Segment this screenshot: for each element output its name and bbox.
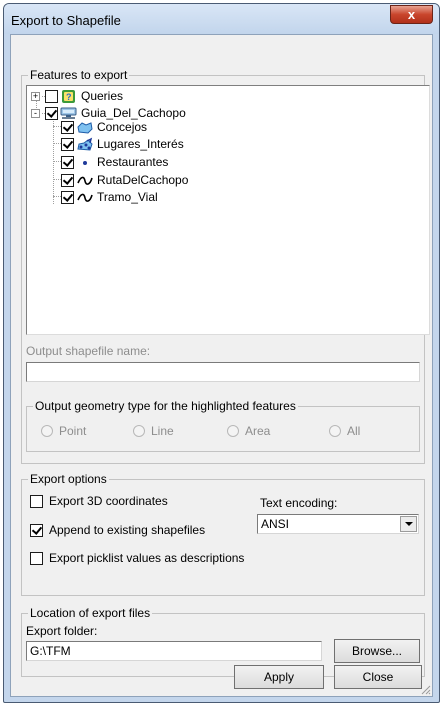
export-folder-input[interactable]: G:\TFM bbox=[26, 641, 322, 661]
tree-item-label: Guia_Del_Cachopo bbox=[81, 106, 186, 120]
tree-item-restaurantes[interactable]: Restaurantes bbox=[61, 154, 168, 170]
text-encoding-value: ANSI bbox=[261, 517, 290, 531]
radio-line-label: Line bbox=[151, 424, 174, 438]
expand-icon[interactable]: + bbox=[31, 91, 40, 101]
chevron-down-icon[interactable] bbox=[400, 516, 417, 532]
radio-point[interactable]: Point bbox=[41, 424, 86, 438]
radio-circle[interactable] bbox=[133, 425, 145, 437]
export-options-group: Export options Export 3D coordinates Tex… bbox=[21, 472, 425, 596]
radio-all-label: All bbox=[347, 424, 361, 438]
append-checkbox[interactable]: Append to existing shapefiles bbox=[30, 523, 205, 537]
text-encoding-select[interactable]: ANSI bbox=[257, 514, 419, 534]
export-folder-label: Export folder: bbox=[26, 624, 98, 638]
title-bar[interactable]: Export to Shapefile x bbox=[4, 4, 439, 34]
tree-item-label: Tramo_Vial bbox=[97, 190, 158, 204]
export-3d-checkbox[interactable]: Export 3D coordinates bbox=[30, 494, 168, 508]
export-dialog-window: Export to Shapefile x Features to export… bbox=[3, 3, 440, 703]
tree-connector bbox=[53, 196, 61, 197]
tree-item-label: Queries bbox=[81, 89, 124, 103]
geometry-type-group: Output geometry type for the highlighted… bbox=[26, 399, 420, 452]
tree-item-checkbox[interactable] bbox=[61, 190, 74, 204]
tree-item-lugares-interes[interactable]: Lugares_Interés bbox=[61, 136, 184, 152]
tree-item-checkbox[interactable] bbox=[45, 106, 58, 120]
tree-connector bbox=[53, 143, 61, 144]
close-button[interactable]: Close bbox=[334, 665, 422, 689]
tree-item-checkbox[interactable] bbox=[61, 155, 74, 169]
radio-point-label: Point bbox=[59, 424, 87, 438]
location-legend: Location of export files bbox=[28, 606, 153, 620]
export-options-legend: Export options bbox=[28, 472, 109, 486]
tree-item-label: RutaDelCachopo bbox=[97, 173, 189, 187]
svg-text:?: ? bbox=[66, 92, 72, 102]
query-icon: ? bbox=[62, 89, 75, 103]
tree-connector bbox=[53, 161, 61, 162]
tree-item-checkbox[interactable] bbox=[61, 137, 74, 151]
tree-item-tramo-vial[interactable]: Tramo_Vial bbox=[61, 189, 158, 205]
checkbox-box[interactable] bbox=[30, 494, 43, 508]
browse-button[interactable]: Browse... bbox=[334, 639, 420, 663]
checkbox-box[interactable] bbox=[30, 551, 43, 565]
point-layer-icon bbox=[83, 160, 87, 165]
export-picklist-checkbox[interactable]: Export picklist values as descriptions bbox=[30, 551, 244, 565]
tree-item-checkbox[interactable] bbox=[45, 89, 58, 103]
tree-item-checkbox[interactable] bbox=[61, 173, 74, 187]
tree-connector bbox=[53, 179, 61, 180]
apply-button[interactable]: Apply bbox=[234, 665, 324, 689]
points-layer-icon bbox=[77, 137, 93, 151]
radio-area[interactable]: Area bbox=[227, 424, 270, 438]
dialog-body: Features to export + ? Queries - Guia_De… bbox=[10, 34, 433, 697]
line-layer-icon bbox=[77, 193, 93, 202]
radio-circle[interactable] bbox=[227, 425, 239, 437]
tree-item-label: Concejos bbox=[97, 120, 148, 134]
close-icon: x bbox=[407, 7, 416, 22]
polygon-layer-icon bbox=[77, 121, 93, 134]
close-window-button[interactable]: x bbox=[390, 5, 433, 24]
radio-all[interactable]: All bbox=[329, 424, 360, 438]
tree-item-queries[interactable]: + ? Queries bbox=[31, 88, 123, 104]
tree-connector bbox=[53, 126, 61, 127]
tree-item-checkbox[interactable] bbox=[61, 120, 74, 134]
radio-area-label: Area bbox=[245, 424, 271, 438]
text-encoding-label: Text encoding: bbox=[260, 496, 338, 510]
checkbox-box[interactable] bbox=[30, 523, 43, 537]
tree-connector bbox=[53, 116, 54, 204]
collapse-icon[interactable]: - bbox=[31, 108, 40, 118]
output-shapefile-name-input[interactable] bbox=[26, 362, 420, 382]
tree-item-label: Restaurantes bbox=[97, 155, 169, 169]
features-legend: Features to export bbox=[28, 68, 130, 82]
resize-grip-icon[interactable] bbox=[419, 683, 431, 695]
radio-circle[interactable] bbox=[41, 425, 53, 437]
radio-line[interactable]: Line bbox=[133, 424, 174, 438]
export-picklist-label: Export picklist values as descriptions bbox=[49, 551, 245, 565]
features-group: Features to export + ? Queries - Guia_De… bbox=[21, 68, 430, 464]
window-title: Export to Shapefile bbox=[11, 13, 121, 28]
tree-item-label: Lugares_Interés bbox=[97, 137, 184, 151]
output-shapefile-name-label: Output shapefile name: bbox=[26, 344, 151, 358]
features-tree[interactable]: + ? Queries - Guia_Del_Cachopo Concejos … bbox=[26, 85, 430, 335]
tree-item-rutadelcachopo[interactable]: RutaDelCachopo bbox=[61, 172, 188, 188]
line-layer-icon bbox=[77, 176, 93, 185]
append-label: Append to existing shapefiles bbox=[49, 523, 206, 537]
radio-circle[interactable] bbox=[329, 425, 341, 437]
export-3d-label: Export 3D coordinates bbox=[49, 494, 168, 508]
geometry-type-legend: Output geometry type for the highlighted… bbox=[33, 399, 298, 413]
tree-item-concejos[interactable]: Concejos bbox=[61, 119, 147, 135]
